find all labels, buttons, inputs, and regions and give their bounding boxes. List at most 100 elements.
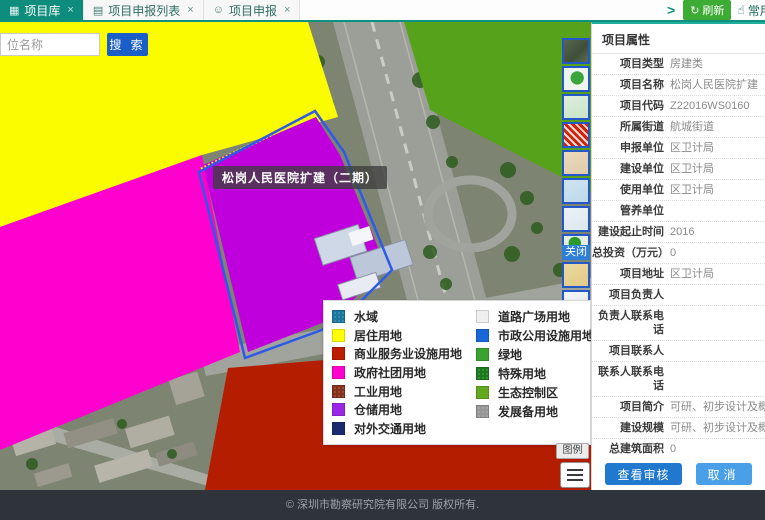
hamburger-icon	[567, 469, 583, 471]
tab-项目申报[interactable]: ☺ 项目申报 ×	[204, 0, 301, 20]
property-label: 负责人联系电话	[592, 309, 670, 337]
selected-project-label: 松岗人民医院扩建（二期）	[213, 166, 387, 189]
satellite-thumb[interactable]	[562, 38, 590, 64]
quick-actions-label: 常用操作	[748, 2, 765, 19]
property-value: 航城街道	[670, 120, 765, 134]
property-label: 项目类型	[592, 57, 670, 71]
legend-panel: 水域居住用地商业服务业设施用地政府社团用地工业用地仓储用地对外交通用地道路广场用…	[323, 300, 591, 445]
footer-copyright: © 深圳市勘察研究院有限公司 版权所有.	[0, 490, 765, 520]
property-value	[670, 288, 765, 302]
legend-toggle-button[interactable]: 图例	[556, 443, 589, 459]
base-thumb[interactable]	[562, 206, 590, 232]
property-label: 项目联系人	[592, 344, 670, 358]
refresh-icon: ↻	[690, 4, 699, 17]
legend-item: 市政公用设施用地	[476, 326, 582, 345]
legend-label: 政府社团用地	[354, 364, 426, 381]
property-row: 项目名称松岗人民医院扩建（二期）	[592, 75, 765, 96]
property-row: 负责人联系电话	[592, 306, 765, 341]
legend-swatch	[332, 403, 345, 416]
layer-thumbnail-strip: 关闭	[562, 38, 591, 318]
legend-item: 特殊用地	[476, 364, 582, 383]
property-label: 建设起止时间	[592, 225, 670, 239]
tab-项目申报列表[interactable]: ▤项目申报列表×	[84, 0, 204, 20]
legend-item: 道路广场用地	[476, 307, 582, 326]
legend-swatch	[332, 329, 345, 342]
search-button[interactable]: 搜 索	[107, 33, 148, 56]
property-label: 项目负责人	[592, 288, 670, 302]
search-bar: 搜 索	[0, 33, 148, 56]
close-strip-button[interactable]: 关闭	[562, 245, 590, 260]
hamburger-menu-button[interactable]	[560, 462, 590, 488]
close-tab-icon[interactable]: ×	[284, 4, 290, 16]
project-properties-panel: 项目属性 项目类型房建类项目名称松岗人民医院扩建（二期）项目代码Z22016WS…	[591, 22, 765, 490]
property-row: 申报单位区卫计局	[592, 138, 765, 159]
legend-item: 商业服务业设施用地	[332, 344, 476, 363]
property-row: 建设单位区卫计局	[592, 159, 765, 180]
property-value: Z22016WS0160	[670, 99, 765, 113]
property-label: 项目简介	[592, 400, 670, 414]
district-thumb[interactable]	[562, 66, 590, 92]
tabbar-right-controls: > ↻ 刷新 ☝ 常用操作	[665, 0, 765, 20]
property-row: 项目类型房建类	[592, 54, 765, 75]
legend-item: 仓储用地	[332, 401, 476, 420]
view-review-button[interactable]: 查看审核	[605, 463, 681, 485]
legend-label: 生态控制区	[498, 384, 558, 401]
legend-label: 特殊用地	[498, 365, 546, 382]
property-row: 总投资（万元）0	[592, 243, 765, 264]
planning-thumb[interactable]	[562, 150, 590, 176]
property-value	[670, 204, 765, 218]
property-value: 松岗人民医院扩建（二期）	[670, 78, 765, 92]
tab-label: 项目申报	[229, 2, 277, 19]
cancel-button[interactable]: 取消	[696, 463, 752, 485]
legend-label: 市政公用设施用地	[498, 327, 591, 344]
property-value: 区卫计局	[670, 141, 765, 155]
property-row: 项目负责人	[592, 285, 765, 306]
quick-actions-button[interactable]: ☝ 常用操作	[737, 2, 765, 19]
property-value: 区卫计局	[670, 162, 765, 176]
property-value: 0	[670, 246, 765, 260]
tab-项目库[interactable]: ▦项目库×	[0, 0, 84, 20]
legend-label: 发展备用地	[498, 403, 558, 420]
hand-pointer-icon: ☝	[737, 3, 744, 17]
legend-swatch	[332, 310, 345, 323]
tab-bar: ▦项目库×▤项目申报列表× ☺ 项目申报 × > ↻ 刷新 ☝ 常用操作	[0, 0, 765, 22]
legend-label: 道路广场用地	[498, 308, 570, 325]
property-value	[670, 309, 765, 337]
legend-label: 对外交通用地	[354, 420, 426, 437]
property-value: 可研、初步设计及概算	[670, 421, 765, 435]
grid-icon: ▦	[9, 4, 19, 17]
person-icon: ☺	[213, 4, 224, 16]
landuse-thumb[interactable]	[562, 122, 590, 148]
property-label: 项目地址	[592, 267, 670, 281]
property-value: 区卫计局	[670, 267, 765, 281]
property-value: 房建类	[670, 57, 765, 71]
refresh-button[interactable]: ↻ 刷新	[683, 0, 731, 20]
legend-swatch	[476, 348, 489, 361]
property-row: 所属街道航城街道	[592, 117, 765, 138]
legend-swatch	[332, 422, 345, 435]
water-thumb[interactable]	[562, 178, 590, 204]
property-row: 项目代码Z22016WS0160	[592, 96, 765, 117]
road-thumb[interactable]	[562, 262, 590, 288]
legend-item: 生态控制区	[476, 383, 582, 402]
green-thumb[interactable]: 关闭	[562, 234, 590, 260]
property-value: 可研、初步设计及概算	[670, 400, 765, 414]
close-tab-icon[interactable]: ×	[187, 4, 193, 16]
property-label: 联系人联系电话	[592, 365, 670, 393]
property-value	[670, 365, 765, 393]
app-window: ▦项目库×▤项目申报列表× ☺ 项目申报 × > ↻ 刷新 ☝ 常用操作	[0, 0, 765, 520]
property-row: 联系人联系电话	[592, 362, 765, 397]
close-tab-icon[interactable]: ×	[67, 4, 73, 16]
legend-swatch	[476, 310, 489, 323]
legend-swatch	[476, 386, 489, 399]
search-input[interactable]	[0, 33, 100, 56]
property-row: 项目地址区卫计局	[592, 264, 765, 285]
property-row: 建设规模可研、初步设计及概算	[592, 418, 765, 439]
property-row: 总建筑面积0	[592, 439, 765, 460]
legend-swatch	[476, 405, 489, 418]
map-viewport[interactable]: 松岗人民医院扩建（二期） 搜 索 关闭 水域居住用地商业服务业设施用地政府社团用…	[0, 22, 591, 490]
terrain-thumb[interactable]	[562, 94, 590, 120]
expand-tabs-icon[interactable]: >	[665, 2, 677, 18]
legend-label: 工业用地	[354, 383, 402, 400]
property-value: 2016	[670, 225, 765, 239]
